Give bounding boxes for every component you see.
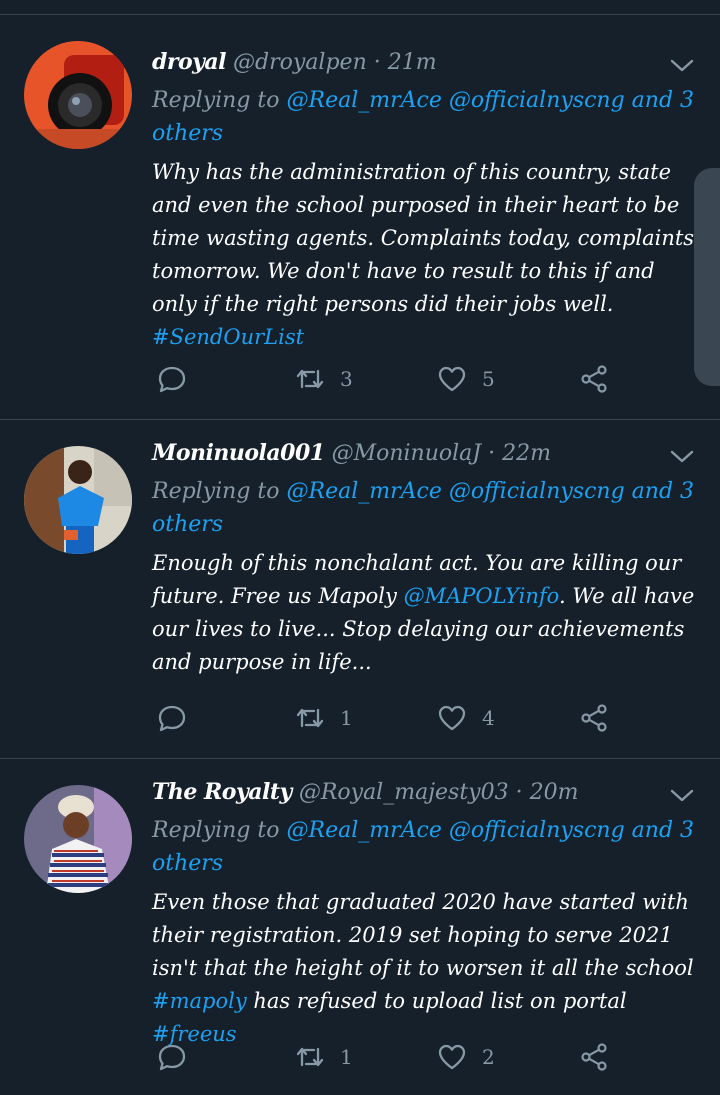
retweet-button[interactable]: 1	[294, 700, 353, 736]
tweet-text-part: Even those that graduated 2020 have star…	[152, 890, 694, 980]
tweet-text: Even those that graduated 2020 have star…	[152, 886, 700, 1051]
share-button[interactable]	[578, 361, 610, 397]
timestamp[interactable]: 21m	[388, 50, 437, 75]
heart-icon	[438, 705, 466, 731]
hashtag-link[interactable]: #SendOurList	[152, 325, 304, 349]
user-handle[interactable]: @droyalpen	[233, 50, 367, 75]
avatar[interactable]	[24, 446, 132, 554]
display-name[interactable]: The Royalty	[152, 779, 292, 805]
top-divider	[0, 0, 720, 15]
replying-to-label: Replying to	[152, 479, 287, 504]
heart-icon	[438, 366, 466, 392]
reply-button[interactable]	[156, 700, 188, 736]
timestamp[interactable]: 22m	[502, 441, 551, 466]
timestamp[interactable]: 20m	[530, 780, 579, 805]
tweet-actions: 1 4	[156, 700, 640, 736]
like-button[interactable]: 5	[436, 361, 495, 397]
chevron-down-icon[interactable]	[670, 444, 694, 468]
user-handle[interactable]: @Royal_majesty03	[299, 780, 509, 805]
chevron-down-icon[interactable]	[670, 783, 694, 807]
display-name[interactable]: droyal	[152, 49, 227, 75]
retweet-icon	[296, 1047, 324, 1067]
tweet-text-part: has refused to upload list on portal	[246, 989, 627, 1013]
share-icon	[581, 365, 607, 393]
retweet-button[interactable]: 3	[294, 361, 353, 397]
retweet-button[interactable]: 1	[294, 1039, 353, 1075]
retweet-icon	[296, 708, 324, 728]
separator-dot: ·	[515, 780, 523, 805]
like-button[interactable]: 2	[436, 1039, 495, 1075]
heart-icon	[438, 1044, 466, 1070]
reply-icon	[158, 705, 186, 732]
share-icon	[581, 704, 607, 732]
reply-icon	[158, 366, 186, 393]
tweet[interactable]: droyal @droyalpen · 21m Replying to @Rea…	[0, 15, 720, 420]
tweet-actions: 1 2	[156, 1039, 640, 1075]
like-count: 2	[482, 1045, 495, 1069]
replying-to-label: Replying to	[152, 818, 287, 843]
share-button[interactable]	[578, 1039, 610, 1075]
avatar[interactable]	[24, 785, 132, 893]
mention-link[interactable]: @MAPOLYinfo	[404, 584, 559, 608]
like-button[interactable]: 4	[436, 700, 495, 736]
tweet-text: Why has the administration of this count…	[152, 156, 700, 354]
like-count: 4	[482, 706, 495, 730]
retweet-count: 1	[340, 706, 353, 730]
like-count: 5	[482, 367, 495, 391]
tweet-text-part: Why has the administration of this count…	[152, 160, 695, 316]
separator-dot: ·	[373, 50, 381, 75]
share-button[interactable]	[578, 700, 610, 736]
hashtag-link[interactable]: #mapoly	[152, 989, 247, 1013]
chevron-down-icon[interactable]	[670, 53, 694, 77]
user-handle[interactable]: @MoninuolaJ	[332, 441, 482, 466]
replying-to-label: Replying to	[152, 88, 287, 113]
reply-button[interactable]	[156, 361, 188, 397]
tweet[interactable]: The Royalty @Royal_majesty03 · 20m Reply…	[0, 759, 720, 1095]
reply-button[interactable]	[156, 1039, 188, 1075]
retweet-count: 3	[340, 367, 353, 391]
reply-icon	[158, 1044, 186, 1071]
avatar[interactable]	[24, 41, 132, 149]
tweet-actions: 3 5	[156, 361, 640, 397]
separator-dot: ·	[488, 441, 496, 466]
tweet[interactable]: Moninuola001 @MoninuolaJ · 22m Replying …	[0, 420, 720, 759]
share-icon	[581, 1043, 607, 1071]
display-name[interactable]: Moninuola001	[152, 440, 325, 466]
tweet-text: Enough of this nonchalant act. You are k…	[152, 547, 700, 679]
retweet-count: 1	[340, 1045, 353, 1069]
retweet-icon	[296, 369, 324, 389]
